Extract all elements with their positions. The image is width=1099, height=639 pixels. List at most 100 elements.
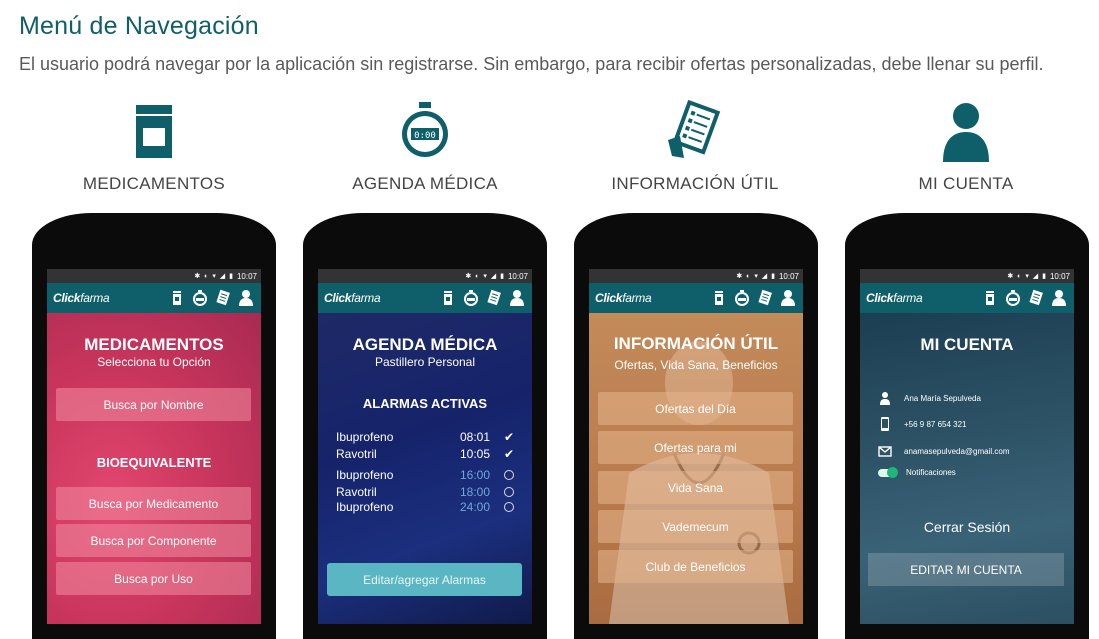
pill-bottle-icon[interactable]	[710, 289, 728, 307]
app-logo: Clickfarma	[53, 291, 110, 305]
status-bar: ✱ ◐ ▾ ◢ ▮ 10:07	[860, 269, 1074, 283]
app-logo: Clickfarma	[866, 291, 923, 305]
screen: ✱ ◐ ▾ ◢ ▮ 10:07 Clickfarma AGENDA MÉDICA…	[318, 269, 532, 624]
svg-text:0:00: 0:00	[414, 131, 436, 141]
pill-bottle-icon[interactable]	[981, 289, 999, 307]
user-icon[interactable]	[1050, 289, 1068, 307]
pill-bottle-icon	[136, 105, 172, 158]
check-icon[interactable]: ✔	[502, 447, 516, 461]
status-icons: ✱ ◐ ▾ ◢ ▮	[1007, 273, 1047, 280]
notifications-label: Notificaciones	[906, 468, 956, 477]
page-subtitle: El usuario podrá navegar por la aplicaci…	[19, 54, 1044, 74]
section-title: BIOEQUIVALENTE	[96, 455, 212, 470]
stopwatch-icon[interactable]	[462, 289, 480, 307]
phone-agenda: ✱ ◐ ▾ ◢ ▮ 10:07 Clickfarma AGENDA MÉDICA…	[303, 213, 547, 639]
screen-title: MI CUENTA	[920, 335, 1014, 354]
document-icon[interactable]	[756, 289, 774, 307]
alarm-name: Ibuprofeno	[336, 468, 394, 482]
screen-title: INFORMACIÓN ÚTIL	[613, 334, 779, 353]
account-name: Ana María Sepulveda	[904, 393, 981, 403]
alarm-time: 18:00	[460, 485, 491, 499]
vademecum-button[interactable]: Vademecum	[598, 510, 793, 543]
alarm-name: Ravotril	[336, 447, 377, 461]
app-bar: Clickfarma	[318, 283, 532, 313]
category-informacion: INFORMACIÓN ÚTIL	[565, 96, 825, 194]
alarm-row[interactable]: Ibuprofeno 24:00	[336, 500, 516, 515]
status-icons: ✱ ◐ ▾ ◢ ▮	[194, 273, 234, 280]
stopwatch-icon[interactable]	[733, 289, 751, 307]
user-icon[interactable]	[508, 289, 526, 307]
screen-title: AGENDA MÉDICA	[352, 335, 498, 354]
category-medicamentos: MEDICAMENTOS	[24, 96, 284, 194]
logout-link[interactable]: Cerrar Sesión	[860, 519, 1074, 535]
screen: ✱ ◐ ▾ ◢ ▮ 10:07 Clickfarma MI CUENTA Ana…	[860, 269, 1074, 624]
stopwatch-icon[interactable]	[1004, 289, 1022, 307]
pill-bottle-icon[interactable]	[168, 289, 186, 307]
screen: ✱ ◐ ▾ ◢ ▮ 10:07 Clickfarma MEDICAMENTOS …	[47, 269, 261, 624]
screen-subtitle: Ofertas, Vida Sana, Beneficios	[614, 358, 778, 372]
phone-icon	[881, 417, 889, 431]
alarm-row[interactable]: Ravotril 18:00	[336, 485, 516, 500]
busca-uso-button[interactable]: Busca por Uso	[56, 562, 251, 595]
document-icon[interactable]	[1027, 289, 1045, 307]
status-bar: ✱ ◐ ▾ ◢ ▮ 10:07	[589, 269, 803, 283]
radio-icon[interactable]	[502, 500, 516, 515]
app-logo: Clickfarma	[595, 291, 652, 305]
status-time: 10:07	[1049, 271, 1070, 281]
ofertas-dia-button[interactable]: Ofertas del Día	[598, 392, 793, 425]
pill-bottle-icon[interactable]	[439, 289, 457, 307]
account-email-row: anamasepulveda@gmail.com	[878, 444, 1010, 458]
status-time: 10:07	[236, 271, 257, 281]
vida-sana-button[interactable]: Vida Sana	[598, 471, 793, 504]
edit-account-button[interactable]: EDITAR MI CUENTA	[868, 553, 1064, 586]
app-bar: Clickfarma	[589, 283, 803, 313]
stopwatch-icon[interactable]	[191, 289, 209, 307]
user-icon	[880, 392, 890, 405]
stopwatch-icon: 0:00	[402, 102, 448, 157]
app-bar: Clickfarma	[47, 283, 261, 313]
alarm-row[interactable]: Ravotril 10:05 ✔	[336, 447, 516, 461]
alarm-time: 08:01	[460, 430, 491, 444]
busca-componente-button[interactable]: Busca por Componente	[56, 524, 251, 557]
account-phone: +56 9 87 654 321	[904, 419, 967, 429]
edit-alarms-button[interactable]: Editar/agregar Alarmas	[327, 563, 522, 596]
user-icon	[943, 103, 989, 162]
radio-icon[interactable]	[502, 485, 516, 500]
phone-medicamentos: ✱ ◐ ▾ ◢ ▮ 10:07 Clickfarma MEDICAMENTOS …	[32, 213, 276, 639]
alarm-row[interactable]: Ibuprofeno 16:00	[336, 468, 516, 483]
page-title: Menú de Navegación	[19, 12, 259, 40]
screen: ✱ ◐ ▾ ◢ ▮ 10:07 Clickfarma INFORMACIÓN Ú…	[589, 269, 803, 624]
status-bar: ✱ ◐ ▾ ◢ ▮ 10:07	[318, 269, 532, 283]
radio-icon[interactable]	[502, 468, 516, 483]
document-icon[interactable]	[214, 289, 232, 307]
category-label: MI CUENTA	[918, 174, 1014, 193]
screen-subtitle: Pastillero Personal	[374, 355, 476, 369]
notifications-row[interactable]: Notificaciones	[878, 466, 956, 478]
document-icon	[668, 99, 721, 158]
user-icon[interactable]	[237, 289, 255, 307]
screen-title: MEDICAMENTOS	[84, 335, 224, 354]
notifications-toggle[interactable]	[878, 466, 898, 478]
alarm-row[interactable]: Ibuprofeno 08:01 ✔	[336, 430, 516, 444]
medicamentos-content: MEDICAMENTOS Selecciona tu Opción Busca …	[47, 313, 261, 624]
document-icon[interactable]	[485, 289, 503, 307]
ofertas-para-mi-button[interactable]: Ofertas para mi	[598, 431, 793, 464]
busca-medicamento-button[interactable]: Busca por Medicamento	[56, 487, 251, 520]
account-phone-row: +56 9 87 654 321	[878, 417, 967, 431]
account-name-row: Ana María Sepulveda	[878, 391, 981, 405]
category-label: INFORMACIÓN ÚTIL	[611, 174, 779, 193]
cuenta-content: MI CUENTA Ana María Sepulveda +56 9 87 6…	[860, 313, 1074, 624]
status-icons: ✱ ◐ ▾ ◢ ▮	[736, 273, 776, 280]
alarm-name: Ibuprofeno	[336, 500, 394, 514]
app-logo: Clickfarma	[324, 291, 381, 305]
alarm-name: Ravotril	[336, 485, 377, 499]
busca-nombre-button[interactable]: Busca por Nombre	[56, 388, 251, 421]
status-time: 10:07	[778, 271, 799, 281]
check-icon[interactable]: ✔	[502, 430, 516, 444]
informacion-content: INFORMACIÓN ÚTIL Ofertas, Vida Sana, Ben…	[589, 313, 803, 624]
account-email: anamasepulveda@gmail.com	[904, 446, 1010, 456]
club-beneficios-button[interactable]: Club de Beneficios	[598, 550, 793, 583]
alarm-time: 10:05	[460, 447, 491, 461]
phone-informacion: ✱ ◐ ▾ ◢ ▮ 10:07 Clickfarma INFORMACIÓN Ú…	[574, 213, 818, 639]
user-icon[interactable]	[779, 289, 797, 307]
